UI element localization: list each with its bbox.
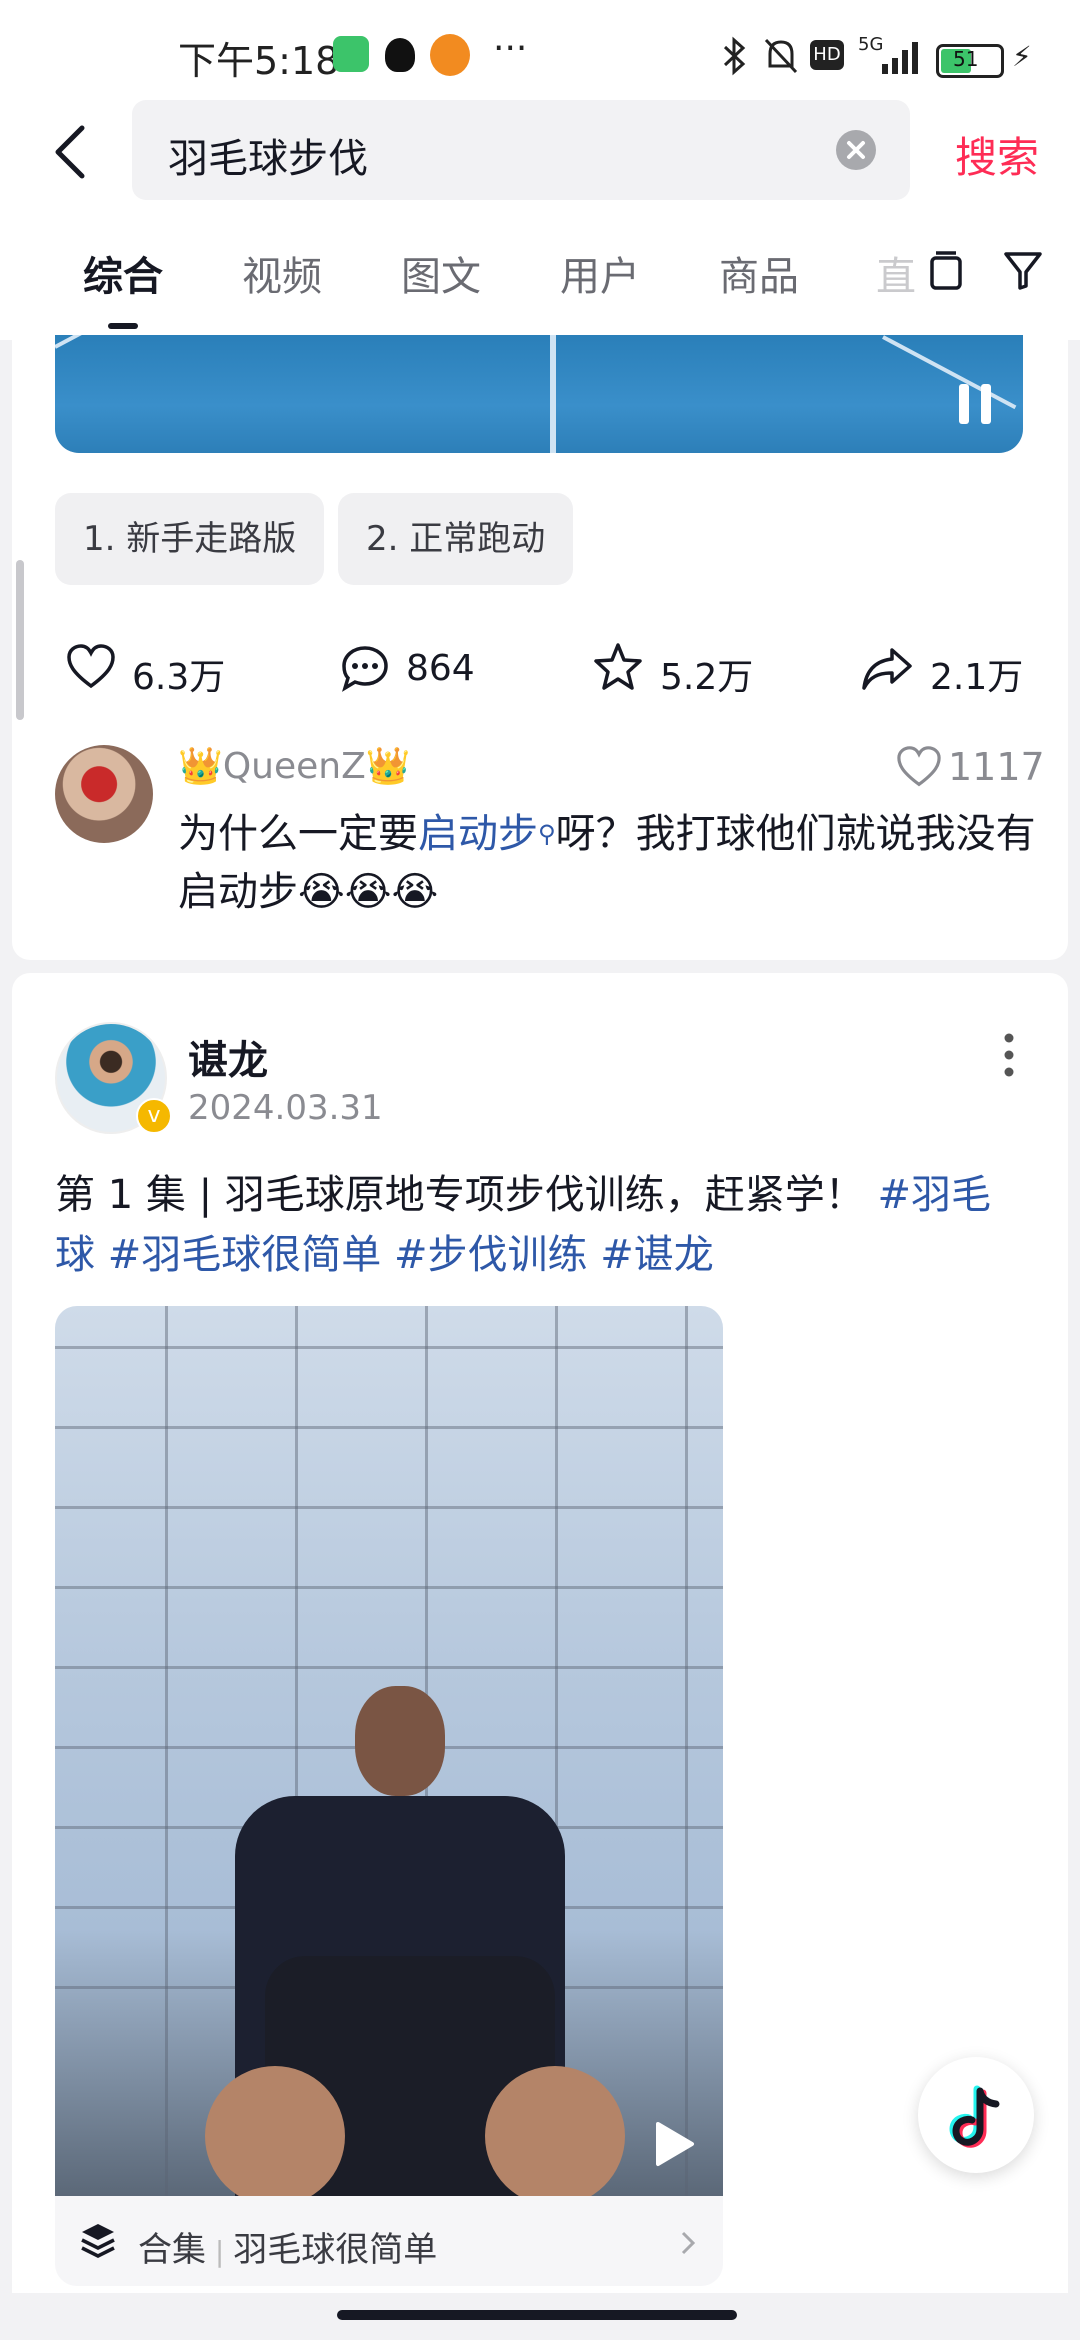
hd-badge: HD bbox=[810, 40, 844, 70]
layout-toggle-icon[interactable] bbox=[928, 250, 964, 294]
mute-bell-icon bbox=[764, 38, 798, 74]
share-count: 2.1万 bbox=[930, 657, 1024, 698]
comment-icon[interactable] bbox=[340, 644, 390, 692]
crown-icon: 👑 bbox=[178, 746, 223, 787]
commenter-avatar[interactable] bbox=[55, 745, 153, 843]
comment-like-count: 1117 bbox=[948, 745, 1045, 789]
crown-icon: 👑 bbox=[365, 746, 411, 787]
status-time: 下午5:18 bbox=[178, 39, 340, 83]
more-notifications-icon: ··· bbox=[493, 28, 528, 69]
tab-image-text[interactable]: 图文 bbox=[401, 244, 481, 302]
wechat-icon bbox=[333, 36, 369, 72]
signal-icon bbox=[882, 42, 918, 74]
collection-text: 合集 | 羽毛球很简单 bbox=[138, 2230, 438, 2270]
search-button[interactable]: 搜索 bbox=[955, 124, 1039, 185]
like-icon[interactable] bbox=[66, 644, 116, 690]
collection-layers-icon bbox=[81, 2224, 115, 2258]
app-58-icon bbox=[430, 34, 470, 76]
hashtag[interactable]: #谌龙 bbox=[600, 1232, 714, 1278]
battery-level: 51 bbox=[953, 47, 979, 71]
tab-comprehensive[interactable]: 综合 bbox=[83, 244, 163, 302]
clear-search-icon[interactable] bbox=[836, 130, 876, 170]
favorite-star-icon[interactable] bbox=[592, 642, 644, 692]
chevron-right-icon bbox=[681, 2231, 696, 2255]
home-indicator[interactable] bbox=[337, 2310, 737, 2320]
share-icon[interactable] bbox=[860, 646, 914, 692]
post-description: 第 1 集 | 羽毛球原地专项步伐训练，赶紧学！ #羽毛球 #羽毛球很简单 #步… bbox=[55, 1172, 992, 1278]
pause-icon[interactable] bbox=[955, 382, 995, 426]
tab-products[interactable]: 商品 bbox=[719, 244, 799, 302]
qq-icon bbox=[385, 38, 415, 72]
chapter-chip[interactable]: 2. 正常跑动 bbox=[338, 493, 574, 585]
tab-users[interactable]: 用户 bbox=[560, 244, 640, 302]
tab-live-partial[interactable]: 直 bbox=[876, 244, 916, 302]
active-tab-indicator bbox=[108, 323, 138, 329]
bluetooth-icon bbox=[723, 36, 746, 76]
search-query: 羽毛球步伐 bbox=[168, 136, 368, 182]
scroll-indicator bbox=[16, 560, 24, 720]
commenter-name[interactable]: 👑QueenZ👑 bbox=[178, 745, 411, 787]
comment-search-link[interactable]: 启动步 bbox=[418, 811, 538, 857]
author-name[interactable]: 谌龙 bbox=[188, 1028, 268, 1086]
hashtag[interactable]: #羽毛球很简单 bbox=[108, 1232, 382, 1278]
comment-like-icon[interactable] bbox=[896, 746, 942, 788]
back-arrow-icon[interactable] bbox=[50, 122, 90, 182]
douyin-logo-button[interactable] bbox=[918, 2057, 1034, 2173]
chapter-chip[interactable]: 1. 新手走路版 bbox=[55, 493, 325, 585]
search-small-icon: ⚲ bbox=[538, 820, 556, 848]
filter-icon[interactable] bbox=[1003, 250, 1043, 292]
like-count: 6.3万 bbox=[132, 657, 226, 698]
verified-badge-icon: v bbox=[136, 1098, 172, 1134]
favorite-count: 5.2万 bbox=[660, 657, 754, 698]
video-thumbnail[interactable] bbox=[55, 335, 1023, 453]
comment-count: 864 bbox=[406, 648, 475, 689]
comment-text: 为什么一定要启动步⚲呀？我打球他们就说我没有启动步😭😭😭 bbox=[178, 811, 1036, 915]
post-date: 2024.03.31 bbox=[188, 1088, 383, 1128]
charging-icon: ⚡ bbox=[1012, 40, 1032, 73]
video-thumbnail[interactable] bbox=[55, 1306, 723, 2196]
more-options-icon[interactable] bbox=[1002, 1030, 1016, 1080]
hashtag[interactable]: #步伐训练 bbox=[394, 1232, 588, 1278]
play-icon[interactable] bbox=[652, 2120, 696, 2168]
battery-icon: 51 bbox=[936, 44, 1004, 78]
tab-video[interactable]: 视频 bbox=[242, 244, 322, 302]
